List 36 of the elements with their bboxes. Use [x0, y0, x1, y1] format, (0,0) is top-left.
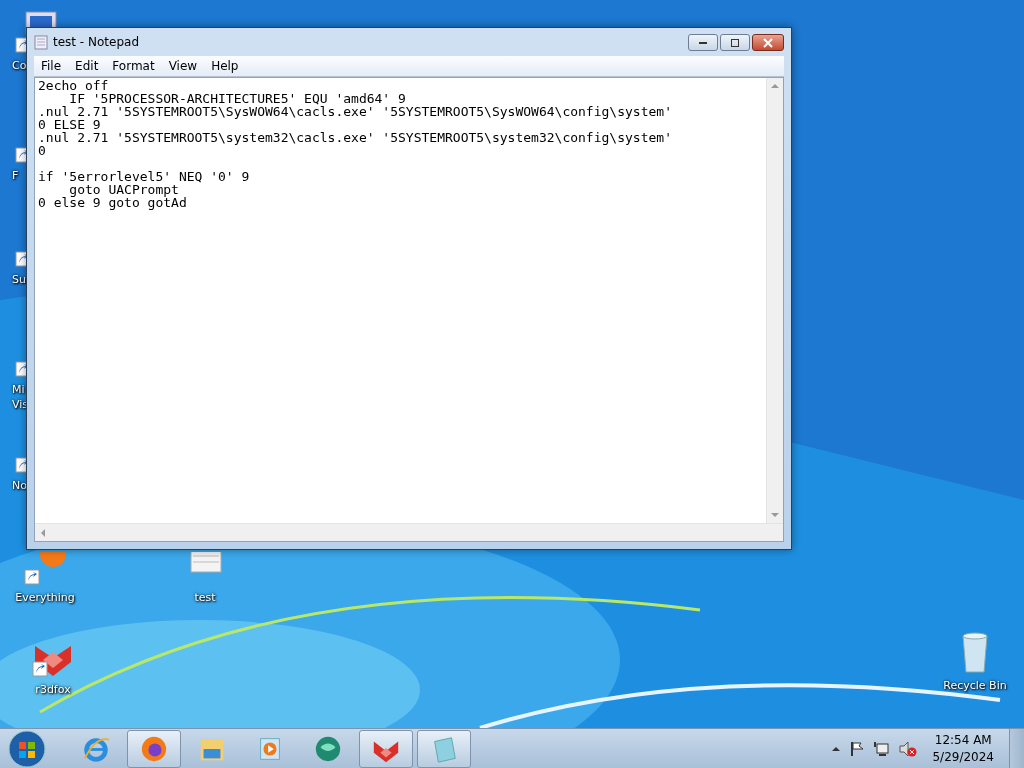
- network-icon[interactable]: [874, 740, 891, 757]
- taskbar-button[interactable]: [359, 729, 413, 768]
- icon-label: test: [194, 590, 216, 605]
- muted-speaker-icon[interactable]: [899, 740, 918, 757]
- taskbar-button[interactable]: [127, 729, 181, 768]
- close-icon: [763, 37, 773, 48]
- scroll-left-icon[interactable]: [40, 528, 46, 537]
- icon-label: No: [12, 478, 27, 493]
- icon-label: Su: [12, 272, 26, 287]
- flag-icon[interactable]: [849, 740, 866, 757]
- icon-label: Co: [12, 58, 27, 73]
- menu-item[interactable]: Edit: [68, 59, 106, 73]
- icon-label: r3dfox: [35, 682, 71, 697]
- close-button[interactable]: [752, 34, 784, 51]
- menu-item[interactable]: Help: [204, 59, 246, 73]
- scroll-up-icon[interactable]: [771, 83, 779, 89]
- shortcut-icon[interactable]: [21, 552, 69, 588]
- clock-time[interactable]: 12:54 AM: [934, 731, 992, 749]
- menu-item[interactable]: Format: [105, 59, 162, 73]
- horizontal-scrollbar[interactable]: [35, 523, 783, 541]
- minimize-button[interactable]: [688, 34, 718, 51]
- maximize-button[interactable]: [720, 34, 750, 51]
- text-content: 2echo off IF '5PROCESSOR-ARCHITECTURE5' EQU 'amd64' 9 .nul 2.71 '5SYSTEMROOT5\SysWOW64\cacls.exe' '5SYSTEMROOT5\SysWOW64\config\system' 0 ELSE 9 .nul 2.71 '5SYSTEMROOT5\system32\cacls.exe' '5SYSTEMROOT5\system32\config\system' 0 if '5errorlevel5' NEQ '0' 9 goto UACPrompt 0 else 9 goto gotAd: [37, 78, 673, 212]
- menu-item[interactable]: View: [161, 59, 205, 73]
- start-button[interactable]: [7, 728, 47, 768]
- vertical-scrollbar[interactable]: [766, 78, 783, 523]
- scroll-down-icon[interactable]: [771, 512, 779, 518]
- icon-label: Recycle Bin: [943, 678, 1007, 693]
- show-hidden-icons-icon[interactable]: [832, 745, 841, 752]
- window-title: test - Notepad: [53, 35, 139, 49]
- taskbar-button[interactable]: [417, 729, 471, 768]
- maximize-icon: [730, 37, 740, 48]
- icon-label: F: [12, 168, 19, 183]
- menu-item[interactable]: File: [34, 59, 69, 73]
- icon-label: Everything: [15, 590, 75, 605]
- clock-date[interactable]: 5/29/2024: [932, 748, 994, 766]
